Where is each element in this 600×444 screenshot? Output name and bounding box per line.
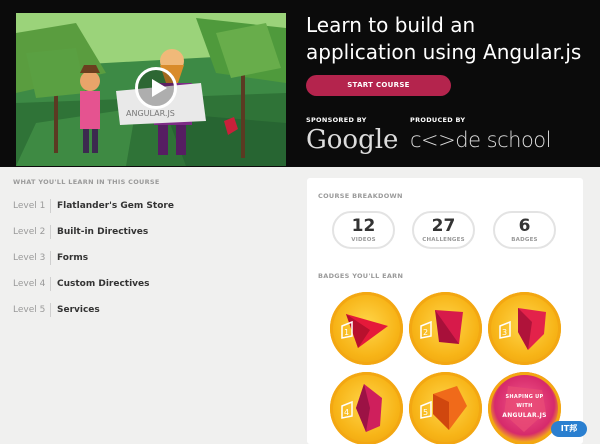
level-number: Level 5 bbox=[13, 305, 46, 315]
badges-heading: BADGES YOU'LL EARN bbox=[318, 272, 404, 280]
badge-level-3[interactable]: 3 bbox=[488, 292, 561, 365]
level-number: Level 2 bbox=[13, 227, 46, 237]
stat-videos: 12 VIDEOS bbox=[332, 211, 395, 249]
stat-label: VIDEOS bbox=[351, 237, 376, 243]
badge-level-6[interactable]: SHAPING UP WITH ANGULAR.JS 6 bbox=[488, 372, 561, 444]
level-name: Services bbox=[57, 305, 100, 315]
badge-level-5[interactable]: 5 bbox=[409, 372, 482, 444]
badge-final-text-mid: WITH bbox=[516, 403, 533, 409]
level-name: Custom Directives bbox=[57, 279, 150, 289]
stat-label: BADGES bbox=[511, 237, 538, 243]
gem-icon: 3 bbox=[499, 308, 546, 350]
level-divider bbox=[50, 303, 51, 317]
level-name: Forms bbox=[57, 253, 89, 263]
stat-label: CHALLENGES bbox=[422, 237, 465, 243]
level-name: Flatlander's Gem Store bbox=[57, 201, 174, 211]
learn-heading: WHAT YOU'LL LEARN IN THIS COURSE bbox=[13, 178, 160, 186]
level-divider bbox=[50, 225, 51, 239]
sponsored-by-label: SPONSORED BY bbox=[306, 116, 367, 124]
gem-icon: 2 bbox=[420, 310, 463, 344]
course-video[interactable]: ANGULAR.JS bbox=[16, 13, 286, 166]
site-watermark: IT邦 bbox=[551, 421, 587, 437]
badge-level-1[interactable]: 1 bbox=[330, 292, 403, 365]
badge-number: 3 bbox=[502, 328, 507, 337]
stat-value: 6 bbox=[518, 216, 531, 236]
level-item[interactable]: Level 3 Forms bbox=[13, 249, 88, 267]
google-logo[interactable]: Google bbox=[306, 125, 398, 155]
badge-number: 2 bbox=[423, 328, 428, 337]
stat-challenges: 27 CHALLENGES bbox=[412, 211, 475, 249]
level-number: Level 4 bbox=[13, 279, 46, 289]
badge-final-text-bottom: ANGULAR.JS bbox=[502, 412, 547, 419]
play-button[interactable] bbox=[135, 67, 177, 109]
badge-level-4[interactable]: 4 bbox=[330, 372, 403, 444]
stat-badges: 6 BADGES bbox=[493, 211, 556, 249]
level-item[interactable]: Level 4 Custom Directives bbox=[13, 275, 150, 293]
level-item[interactable]: Level 2 Built-in Directives bbox=[13, 223, 148, 241]
gem-icon: 5 bbox=[420, 386, 467, 430]
gem-icon: 1 bbox=[341, 314, 388, 348]
produced-by-label: PRODUCED BY bbox=[410, 116, 466, 124]
course-hero: ANGULAR.JS Learn to build an application… bbox=[0, 0, 600, 167]
level-item[interactable]: Level 5 Services bbox=[13, 301, 100, 319]
level-divider bbox=[50, 199, 51, 213]
breakdown-heading: COURSE BREAKDOWN bbox=[318, 192, 403, 200]
badge-number: 4 bbox=[344, 408, 349, 417]
video-sign-text: ANGULAR.JS bbox=[126, 109, 175, 118]
level-number: Level 3 bbox=[13, 253, 46, 263]
level-divider bbox=[50, 251, 51, 265]
badge-number: 5 bbox=[423, 408, 428, 417]
badge-number: 1 bbox=[344, 328, 349, 337]
gem-icon: 4 bbox=[341, 384, 382, 432]
level-number: Level 1 bbox=[13, 201, 46, 211]
level-divider bbox=[50, 277, 51, 291]
codeschool-logo[interactable]: c<>de school bbox=[410, 128, 552, 152]
stat-value: 12 bbox=[351, 216, 376, 236]
course-breakdown-panel: COURSE BREAKDOWN 12 VIDEOS 27 CHALLENGES… bbox=[307, 178, 583, 444]
level-item[interactable]: Level 1 Flatlander's Gem Store bbox=[13, 197, 174, 215]
start-course-button[interactable]: START COURSE bbox=[306, 75, 451, 96]
level-name: Built-in Directives bbox=[57, 227, 149, 237]
course-title: Learn to build an application using Angu… bbox=[306, 13, 582, 64]
badge-level-2[interactable]: 2 bbox=[409, 292, 482, 365]
badge-final-text-top: SHAPING UP bbox=[505, 394, 544, 400]
stat-value: 27 bbox=[431, 216, 456, 236]
